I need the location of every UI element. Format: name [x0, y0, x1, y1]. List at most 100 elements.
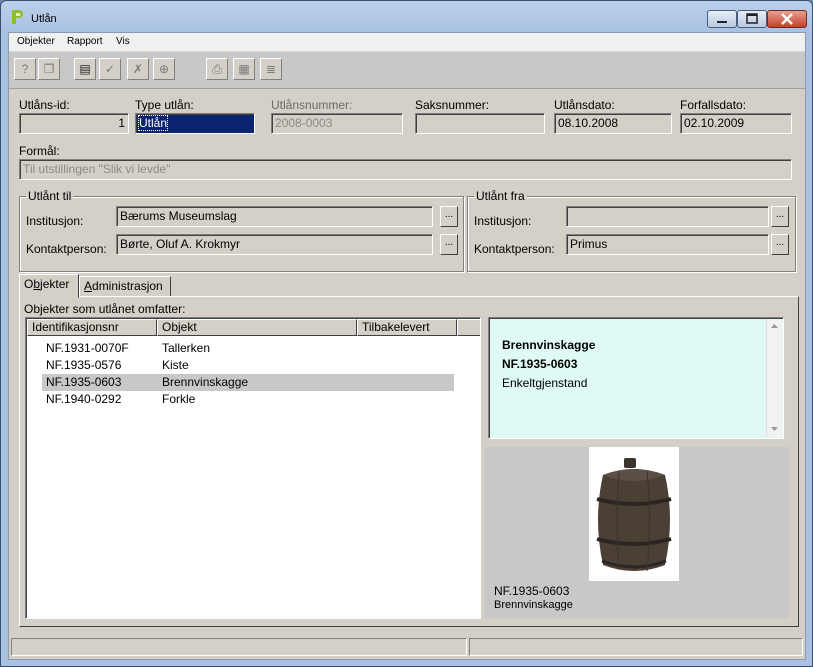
image-caption-name: Brennvinskagge — [494, 599, 573, 611]
utlant-fra-institusjon-label: Institusjon: — [474, 214, 532, 228]
print-icon: ⎙ — [212, 61, 222, 76]
confirm-button[interactable]: ✓ — [99, 58, 121, 80]
close-icon — [781, 13, 793, 25]
objects-list[interactable]: Identifikasjonsnr Objekt Tilbakelevert N… — [25, 317, 481, 619]
tab-objekter[interactable]: Objekter — [19, 274, 79, 298]
tab-objekter-label: Objekter — [24, 277, 70, 291]
objects-caption: Objekter som utlånet omfatter: — [24, 302, 186, 316]
status-bar — [9, 636, 805, 658]
utlant-til-institusjon-browse-button[interactable]: ... — [440, 206, 458, 227]
image-caption-id: NF.1935-0603 — [494, 584, 570, 598]
utlant-til-institusjon-field[interactable]: Bærums Museumslag — [116, 206, 433, 227]
lock-button[interactable]: ⊕ — [153, 58, 175, 80]
object-detail-box: Brennvinskagge NF.1935-0603 Enkeltgjenst… — [488, 317, 784, 439]
utlant-fra-kontaktperson-label: Kontaktperson: — [474, 242, 555, 256]
export-icon: ≣ — [265, 62, 277, 76]
saksnummer-field[interactable] — [415, 113, 545, 134]
help-search-icon: ? — [21, 62, 29, 76]
utlans-id-field[interactable]: 1 — [19, 113, 129, 134]
formal-field[interactable]: Til utstillingen "Slik vi levde" — [19, 159, 792, 180]
menu-objekter[interactable]: Objekter — [17, 36, 55, 47]
object-image-pane: NF.1935-0603 Brennvinskagge — [484, 447, 789, 618]
column-header-identifikasjonsnr[interactable]: Identifikasjonsnr — [27, 319, 157, 336]
forfallsdato-label: Forfallsdato: — [680, 98, 747, 112]
print-button[interactable]: ⎙ — [206, 58, 228, 80]
saksnummer-label: Saksnummer: — [415, 98, 490, 112]
confirm-icon: ✓ — [104, 62, 116, 76]
new-record-button[interactable]: ▤ — [74, 58, 96, 80]
forfallsdato-field[interactable]: 02.10.2009 — [680, 113, 792, 134]
detail-id: NF.1935-0603 — [502, 357, 578, 371]
row-objekt: Forkle — [162, 392, 196, 406]
app-logo-icon — [12, 10, 23, 24]
close-button[interactable] — [767, 10, 807, 28]
minimize-icon — [717, 21, 727, 23]
objekter-tab-panel: Objekter som utlånet omfatter: Identifik… — [19, 296, 799, 627]
copy-icon: ❐ — [43, 62, 55, 76]
utlant-fra-kontaktperson-field[interactable]: Primus — [566, 234, 769, 255]
keg-image — [596, 458, 672, 572]
row-id: NF.1931-0070F — [46, 341, 129, 355]
utlansdato-field[interactable]: 08.10.2008 — [554, 113, 672, 134]
row-objekt: Tallerken — [162, 341, 211, 355]
menu-vis[interactable]: Vis — [116, 36, 130, 47]
status-cell-left — [11, 638, 467, 656]
type-utlan-field[interactable]: Utlån — [135, 113, 255, 134]
utlant-fra-group: Utlånt fra Institusjon: ... Kontaktperso… — [467, 189, 796, 272]
row-id: NF.1935-0603 — [46, 375, 122, 389]
column-header-tilbakelevert[interactable]: Tilbakelevert — [357, 319, 457, 336]
window-title: Utlån — [31, 13, 57, 25]
row-id: NF.1935-0576 — [46, 358, 122, 372]
minimize-button[interactable] — [707, 10, 737, 28]
maximize-icon — [746, 13, 758, 24]
maximize-button[interactable] — [737, 10, 767, 28]
utlant-til-kontaktperson-browse-button[interactable]: ... — [440, 234, 458, 255]
lock-icon: ⊕ — [158, 62, 170, 76]
print-preview-button[interactable]: ▦ — [233, 58, 255, 80]
delete-button[interactable]: ✗ — [127, 58, 149, 80]
delete-icon: ✗ — [132, 62, 144, 76]
title-bar[interactable]: Utlån — [1, 1, 812, 31]
copy-button[interactable]: ❐ — [38, 58, 60, 80]
scroll-arrows-icon — [771, 324, 778, 431]
status-cell-right — [469, 638, 803, 656]
row-id: NF.1940-0292 — [46, 392, 122, 406]
toolbar: ? ❐ ▤ ✓ ✗ ⊕ ⎙ ▦ ≣ — [9, 52, 805, 89]
menu-bar: Objekter Rapport Vis — [9, 33, 805, 52]
formal-label: Formål: — [19, 144, 60, 158]
column-header-objekt[interactable]: Objekt — [157, 319, 357, 336]
utlant-til-title: Utlånt til — [26, 189, 74, 203]
utlant-til-group: Utlånt til Institusjon: Bærums Museumsla… — [19, 189, 464, 272]
utlansnummer-field[interactable]: 2008-0003 — [271, 113, 403, 134]
utlant-fra-title: Utlånt fra — [474, 189, 527, 203]
client-area: Objekter Rapport Vis ? ❐ ▤ ✓ ✗ ⊕ ⎙ ▦ ≣ U… — [8, 32, 806, 660]
table-row[interactable]: NF.1940-0292 Forkle — [42, 391, 454, 408]
utlant-til-kontaktperson-field[interactable]: Børte, Oluf A. Krokmyr — [116, 234, 433, 255]
row-objekt: Kiste — [162, 358, 189, 372]
table-row[interactable]: NF.1931-0070F Tallerken — [42, 340, 454, 357]
object-photo — [589, 447, 679, 581]
new-record-icon: ▤ — [79, 62, 91, 76]
utlant-til-kontaktperson-label: Kontaktperson: — [26, 242, 107, 256]
utlant-til-institusjon-label: Institusjon: — [26, 214, 84, 228]
column-header-filler — [457, 319, 480, 336]
detail-scrollbar[interactable] — [766, 319, 782, 437]
utlansdato-label: Utlånsdato: — [554, 98, 615, 112]
row-objekt: Brennvinskagge — [162, 375, 249, 389]
utlant-fra-institusjon-browse-button[interactable]: ... — [771, 206, 789, 227]
export-button[interactable]: ≣ — [260, 58, 282, 80]
table-row-selected[interactable]: NF.1935-0603 Brennvinskagge — [42, 374, 454, 391]
utlans-id-label: Utlåns-id: — [19, 98, 70, 112]
detail-category: Enkeltgjenstand — [502, 376, 588, 390]
detail-name: Brennvinskagge — [502, 338, 596, 352]
type-utlan-label: Type utlån: — [135, 98, 194, 112]
type-utlan-value: Utlån — [137, 115, 169, 131]
menu-rapport[interactable]: Rapport — [67, 36, 103, 47]
tab-administrasjon[interactable]: Administrasjon — [79, 276, 171, 297]
utlansnummer-label: Utlånsnummer: — [271, 98, 353, 112]
utlant-fra-kontaktperson-browse-button[interactable]: ... — [771, 234, 789, 255]
utlant-fra-institusjon-field[interactable] — [566, 206, 769, 227]
help-search-button[interactable]: ? — [14, 58, 36, 80]
app-window: Utlån Objekter Rapport Vis ? ❐ ▤ ✓ ✗ ⊕ ⎙… — [0, 0, 813, 667]
table-row[interactable]: NF.1935-0576 Kiste — [42, 357, 454, 374]
